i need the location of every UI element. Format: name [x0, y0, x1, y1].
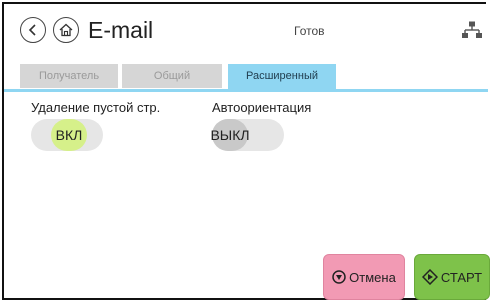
- start-label: СТАРТ: [440, 269, 483, 285]
- cancel-button[interactable]: Отмена: [323, 254, 405, 300]
- home-icon: [59, 23, 73, 37]
- blank-page-removal-toggle[interactable]: ВКЛ: [31, 119, 103, 151]
- toggle-knob-off: ВЫКЛ: [210, 119, 250, 151]
- page-title: E-mail: [88, 17, 154, 43]
- toggle-knob-on: ВКЛ: [51, 119, 87, 151]
- auto-orientation-toggle[interactable]: ВЫКЛ: [210, 119, 284, 151]
- back-button[interactable]: [20, 17, 46, 43]
- tab-bar: Получатель Общий Расширенный: [4, 60, 488, 90]
- network-icon: [462, 21, 482, 38]
- back-arrow-icon: [28, 24, 36, 36]
- tab-recipient[interactable]: Получатель: [20, 64, 118, 88]
- status-text: Готов: [294, 24, 325, 38]
- start-icon: [421, 269, 438, 285]
- stop-icon: [332, 270, 346, 284]
- blank-page-removal-label: Удаление пустой стр.: [31, 100, 161, 115]
- header: E-mail Готов: [4, 4, 488, 52]
- tab-underline: [4, 89, 488, 92]
- auto-orientation-label: Автоориентация: [212, 100, 312, 115]
- app-frame: E-mail Готов Получатель Общий Расширенны…: [2, 2, 490, 300]
- tab-advanced[interactable]: Расширенный: [228, 64, 336, 90]
- start-button[interactable]: СТАРТ: [414, 254, 490, 300]
- cancel-label: Отмена: [349, 269, 396, 285]
- tab-general[interactable]: Общий: [122, 64, 222, 88]
- home-button[interactable]: [53, 17, 79, 43]
